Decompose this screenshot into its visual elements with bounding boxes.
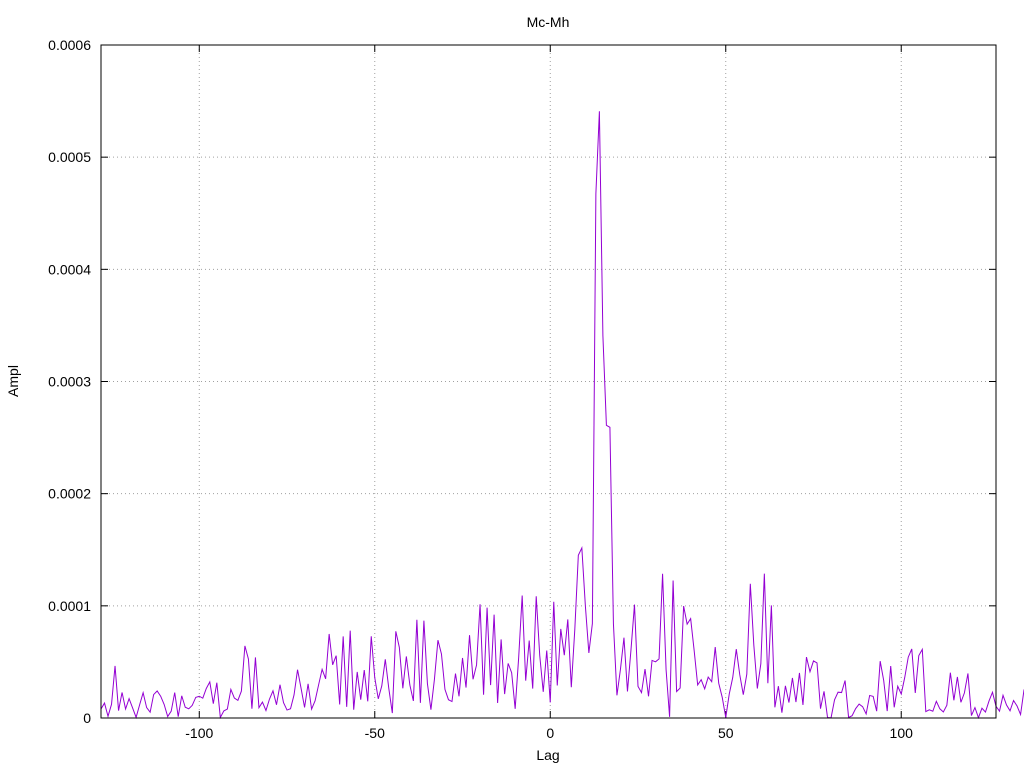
x-tick-label: 0: [546, 725, 554, 741]
y-axis-label: Ampl: [5, 365, 21, 397]
x-tick-label: 50: [718, 725, 734, 741]
chart-background: [0, 0, 1024, 768]
y-tick-label: 0.0006: [48, 37, 91, 53]
y-tick-label: 0.0005: [48, 149, 91, 165]
chart-title: Mc-Mh: [527, 14, 570, 30]
x-tick-label: -100: [185, 725, 213, 741]
x-tick-label: -50: [365, 725, 385, 741]
y-tick-label: 0.0001: [48, 598, 91, 614]
y-tick-label: 0: [83, 710, 91, 726]
x-tick-label: 100: [890, 725, 914, 741]
y-tick-label: 0.0003: [48, 374, 91, 390]
y-tick-label: 0.0002: [48, 486, 91, 502]
chart: -100 -50 0 50 100 0 0.0001 0.0002 0.0003 0.0004 0.…: [0, 0, 1024, 768]
x-axis-label: Lag: [536, 747, 559, 763]
y-tick-label: 0.0004: [48, 261, 91, 277]
